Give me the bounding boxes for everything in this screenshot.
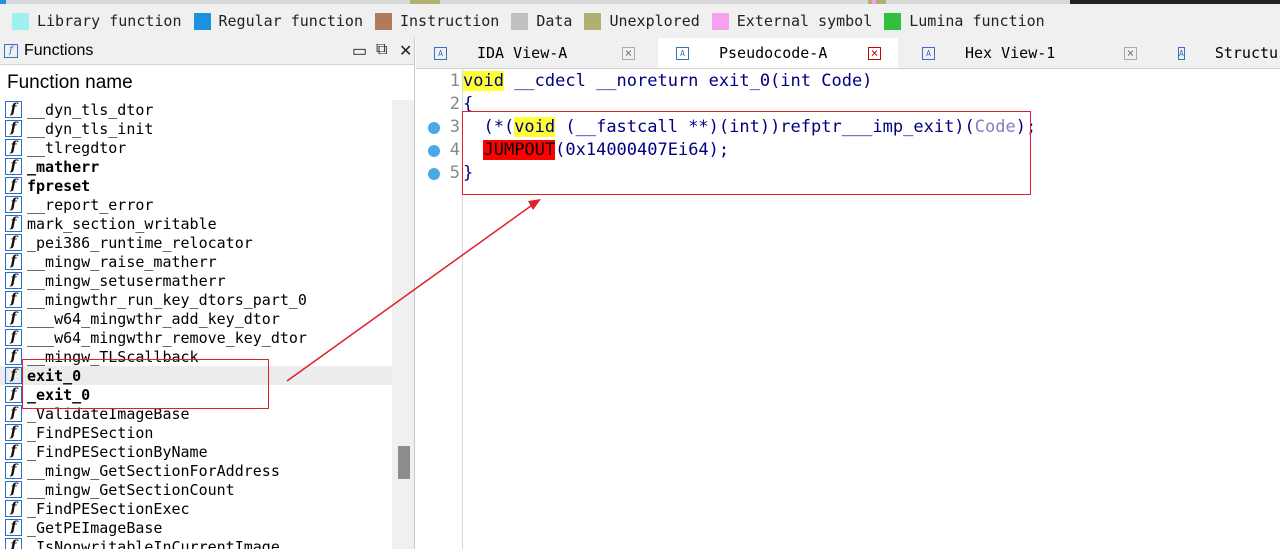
annotation-arrow bbox=[286, 199, 541, 382]
